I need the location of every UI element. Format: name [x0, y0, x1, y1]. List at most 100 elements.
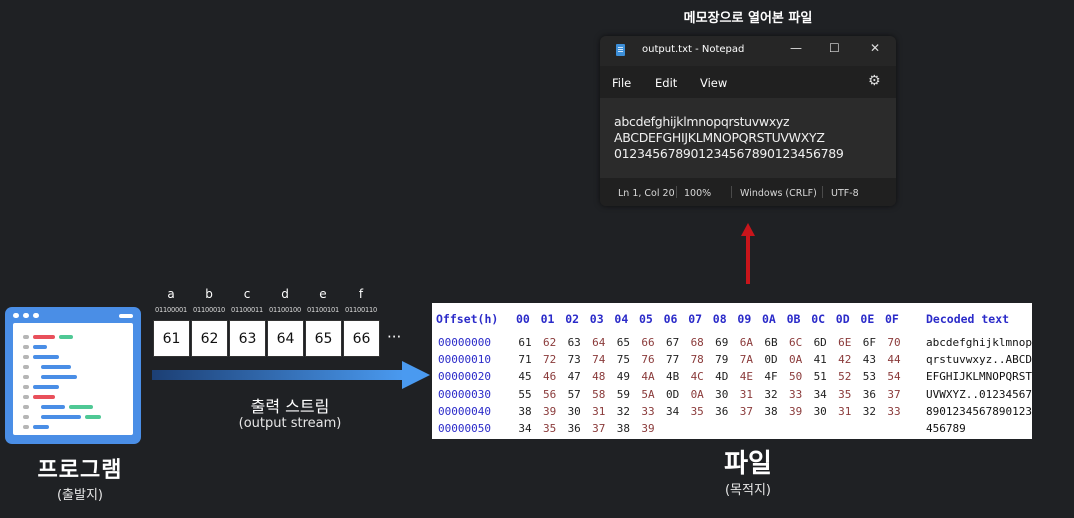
hex-byte: 46: [542, 370, 557, 384]
stream-bits: 01100100: [269, 306, 301, 314]
settings-gear-icon[interactable]: ⚙: [868, 73, 881, 89]
program-title: 프로그램: [37, 458, 123, 483]
hex-byte: 5A: [641, 387, 655, 401]
hex-column-header: 0C: [811, 312, 826, 326]
hex-decoded-text: 456789: [926, 422, 966, 435]
hex-byte: 4F: [764, 370, 778, 384]
hex-byte: 68: [690, 336, 704, 349]
hex-column-header: 01: [540, 312, 555, 326]
hex-byte: 57: [567, 387, 581, 401]
hex-offset: 00000050: [438, 422, 491, 435]
hex-byte: 61: [518, 336, 532, 349]
stream-byte-box: 64: [267, 320, 304, 357]
hex-byte: 42: [838, 353, 852, 367]
hex-byte: 41: [813, 353, 827, 367]
status-line-ending: Windows (CRLF): [740, 188, 817, 199]
stream-bits: 01100110: [345, 306, 377, 314]
hex-offset-header: Offset(h): [436, 312, 499, 326]
hex-byte: 4D: [715, 370, 729, 384]
hex-column-header: 0D: [835, 312, 850, 326]
window-bar-icon: [119, 314, 133, 318]
file-subtitle: (목적지): [724, 483, 772, 498]
hex-byte: 59: [616, 387, 631, 401]
hex-view: Offset(h) Decoded text 00 01 02 03 04 05 06 07 0…: [432, 303, 1032, 439]
hex-byte: 32: [862, 404, 877, 418]
minimize-button[interactable]: —: [790, 41, 802, 55]
hex-byte: 45: [518, 370, 532, 384]
window-dots-icon: [13, 313, 39, 318]
hex-byte: 74: [592, 353, 606, 367]
hex-offset: 00000020: [438, 370, 491, 384]
stream-letter: b: [205, 287, 213, 301]
close-button[interactable]: ✕: [870, 41, 880, 55]
status-position: Ln 1, Col 20: [618, 188, 675, 199]
hex-byte: 4A: [641, 370, 655, 384]
hex-byte: 72: [542, 353, 557, 367]
menu-view[interactable]: View: [700, 76, 727, 90]
hex-byte: 64: [592, 336, 606, 349]
hex-byte: 33: [788, 387, 803, 401]
hex-column-header: 07: [688, 312, 703, 326]
hex-byte: 77: [665, 353, 680, 367]
hex-byte: 31: [592, 404, 606, 418]
hex-column-header: 04: [614, 312, 629, 326]
hex-byte: 0D: [665, 387, 680, 401]
hex-byte: 6C: [788, 336, 803, 349]
notepad-line: ABCDEFGHIJKLMNOPQRSTUVWXYZ: [614, 130, 825, 145]
hex-offset: 00000000: [438, 336, 491, 349]
stream-title: 출력 스트림: [250, 397, 330, 416]
hex-byte: 65: [616, 336, 631, 349]
program-subtitle: (출발지): [56, 488, 104, 503]
hex-byte: 33: [887, 404, 901, 418]
up-arrow-icon: [741, 223, 755, 284]
hex-column-header: 0E: [860, 312, 875, 326]
hex-byte: 49: [616, 370, 631, 384]
stream-letter: f: [358, 287, 364, 301]
hex-byte: 35: [542, 422, 557, 435]
hex-column-header: 00: [516, 312, 530, 326]
hex-byte: 56: [542, 387, 557, 401]
hex-byte: 36: [567, 422, 581, 435]
hex-byte: 50: [788, 370, 803, 384]
hex-byte: 6D: [813, 336, 827, 349]
notepad-window: output.txt - Notepad — ☐ ✕ File Edit Vie…: [600, 36, 896, 206]
hex-byte: 67: [665, 336, 680, 349]
hex-byte: 6B: [764, 336, 778, 349]
menu-edit[interactable]: Edit: [655, 76, 677, 90]
hex-byte: 76: [641, 353, 655, 367]
program-window-icon: [5, 307, 141, 444]
hex-byte: 43: [862, 353, 877, 367]
hex-byte: 6F: [862, 336, 877, 349]
hex-byte: 32: [764, 387, 778, 401]
hex-byte: 71: [518, 353, 532, 367]
stream-bits: 01100101: [307, 306, 339, 314]
hex-decoded-text: EFGHIJKLMNOPQRST: [926, 370, 1032, 384]
hex-byte: 37: [887, 387, 901, 401]
hex-byte: 34: [813, 387, 827, 401]
hex-byte: 4C: [690, 370, 704, 384]
hex-byte: 0A: [788, 353, 803, 367]
hex-column-header: 0A: [762, 312, 776, 326]
stream-bits: 01100011: [231, 306, 263, 314]
hex-offset: 00000030: [438, 387, 491, 401]
hex-byte: 36: [715, 404, 729, 418]
hex-byte: 73: [567, 353, 581, 367]
hex-byte: 53: [862, 370, 877, 384]
notepad-line: abcdefghijklmnopqrstuvwxyz: [614, 114, 790, 129]
hex-byte: 38: [764, 404, 778, 418]
hex-column-header: 02: [565, 312, 580, 326]
hex-byte: 36: [862, 387, 877, 401]
hex-byte: 48: [592, 370, 606, 384]
code-editor-panel: [13, 323, 133, 435]
hex-byte: 79: [715, 353, 729, 367]
maximize-button[interactable]: ☐: [829, 41, 840, 55]
hex-column-header: 0F: [885, 312, 899, 326]
hex-byte: 37: [592, 422, 606, 435]
stream-ellipsis: ···: [387, 328, 402, 346]
menu-file[interactable]: File: [612, 76, 631, 90]
hex-offset: 00000010: [438, 353, 491, 367]
stream-byte-box: 63: [229, 320, 266, 357]
hex-decoded-text: qrstuvwxyz..ABCD: [926, 353, 1032, 367]
hex-column-header: 08: [712, 312, 727, 326]
stream-subtitle: (output stream): [238, 416, 342, 431]
